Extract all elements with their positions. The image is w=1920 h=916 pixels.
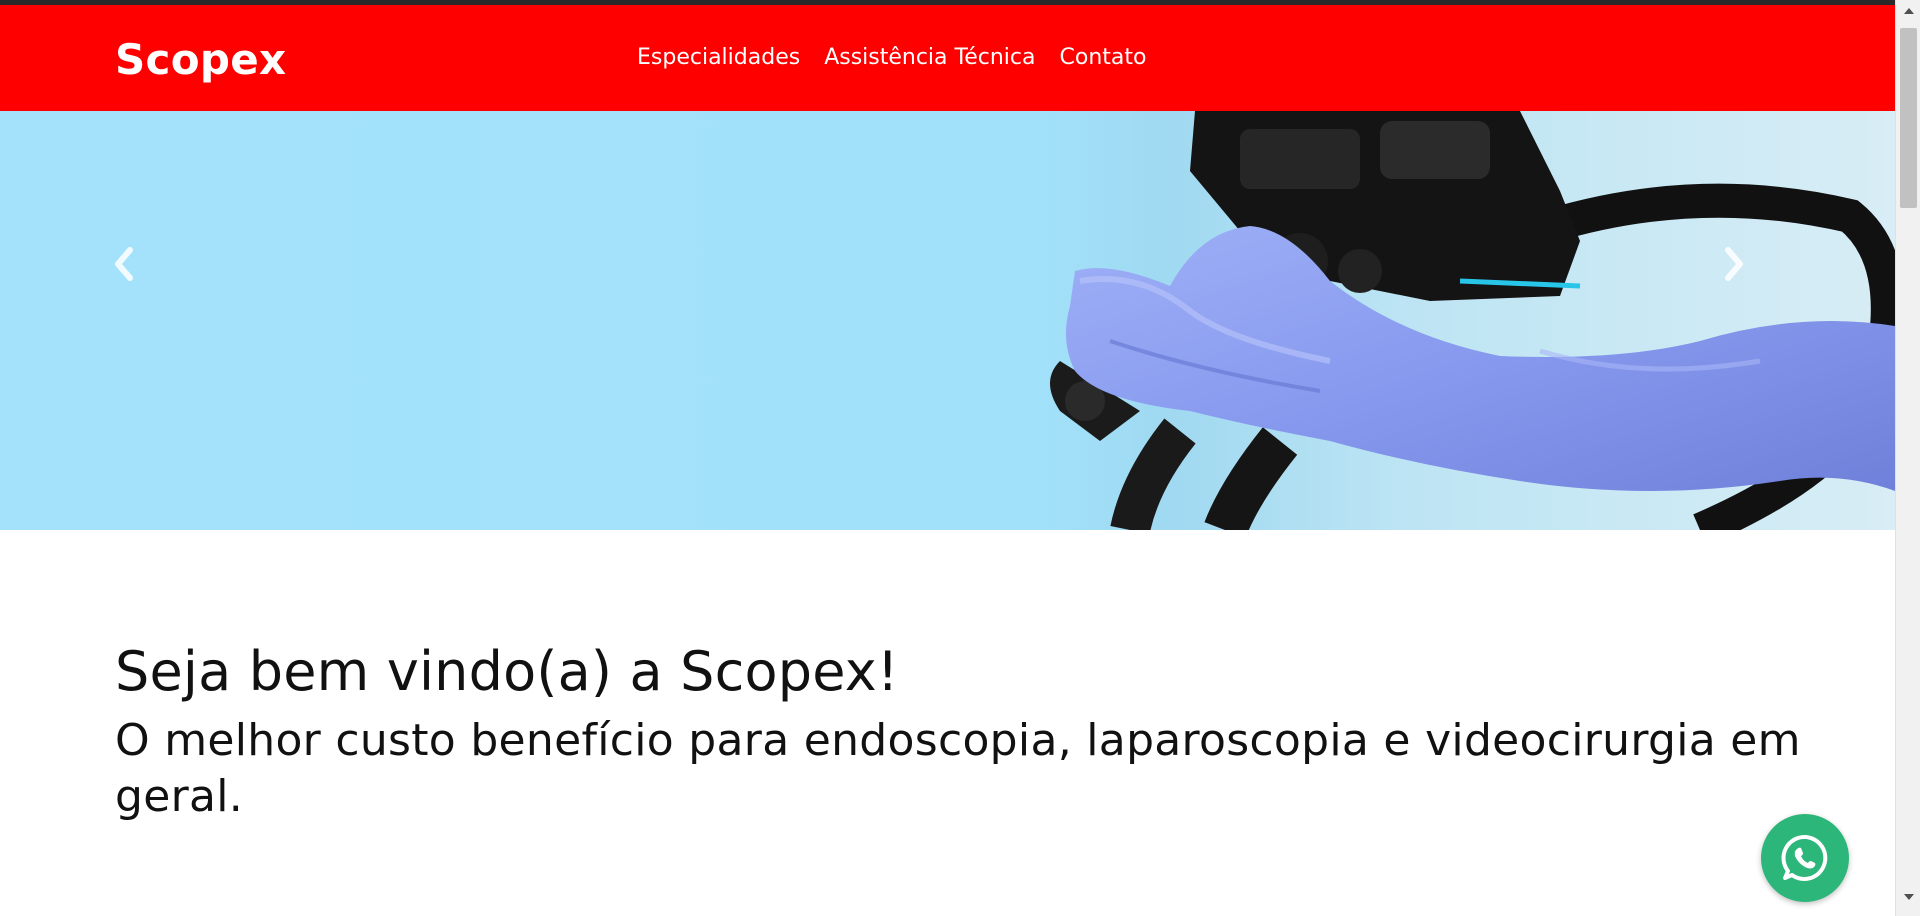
carousel-next-button[interactable] <box>1722 246 1782 306</box>
brand-logo[interactable]: Scopex <box>115 35 286 84</box>
welcome-subtitle: O melhor custo benefício para endoscopia… <box>115 714 1801 822</box>
hero-carousel <box>0 111 1895 530</box>
chevron-left-icon <box>115 247 133 281</box>
chevron-right-icon <box>1725 247 1743 281</box>
welcome-title: Seja bem vindo(a) a Scopex! <box>115 640 899 703</box>
main-nav: Especialidades Assistência Técnica Conta… <box>637 45 1146 70</box>
carousel-prev-button[interactable] <box>112 246 172 306</box>
nav-especialidades[interactable]: Especialidades <box>637 45 800 70</box>
navbar: Scopex Especialidades Assistência Técnic… <box>0 5 1895 111</box>
scrollbar-thumb[interactable] <box>1900 28 1917 208</box>
scroll-up-arrow-icon[interactable] <box>1896 6 1920 22</box>
page-scrollbar[interactable] <box>1895 0 1920 916</box>
hero-image-endoscope <box>1000 111 1895 530</box>
whatsapp-button[interactable] <box>1761 814 1849 902</box>
welcome-section: Seja bem vindo(a) a Scopex! O melhor cus… <box>115 640 1835 825</box>
scroll-down-arrow-icon[interactable] <box>1896 894 1920 910</box>
nav-contato[interactable]: Contato <box>1060 45 1147 70</box>
whatsapp-icon <box>1781 834 1828 881</box>
nav-assistencia-tecnica[interactable]: Assistência Técnica <box>824 45 1035 70</box>
